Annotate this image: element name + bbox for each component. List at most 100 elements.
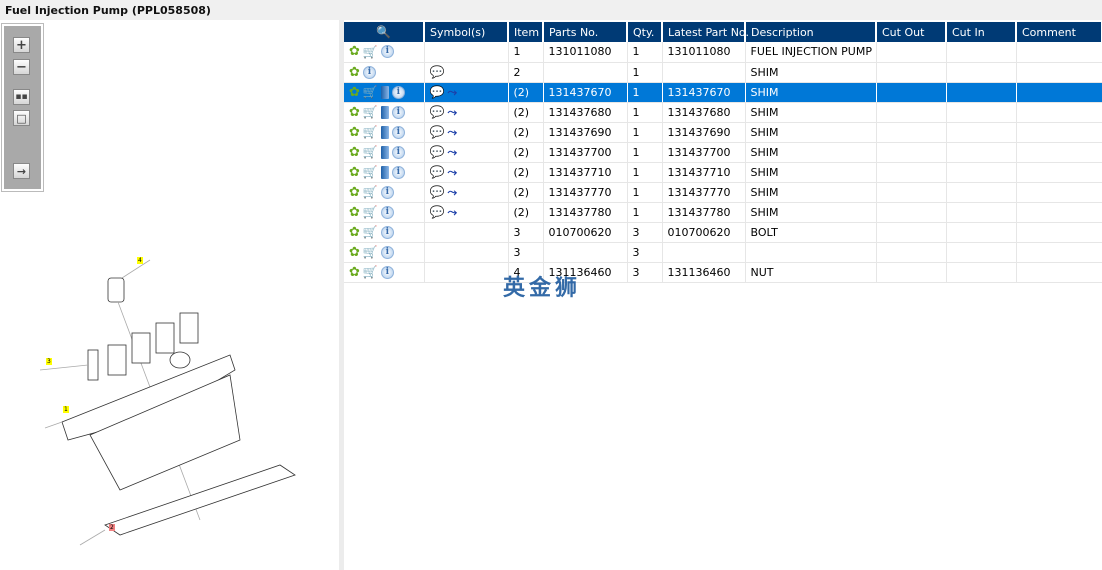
table-row[interactable]: ✿ 🛒 i 💬 ⤳ (2) 131437670 1 131437670 SHIM [344, 82, 1102, 103]
cell-cut-in [946, 162, 1017, 183]
replacement-icon[interactable]: ⤳ [447, 105, 457, 120]
exploded-diagram[interactable] [40, 250, 300, 550]
book-icon[interactable] [380, 85, 389, 99]
note-icon[interactable]: 💬 [430, 85, 445, 99]
search-icon[interactable]: 🔍 [376, 25, 391, 39]
cell-qty: 3 [627, 262, 663, 283]
cart-icon[interactable]: 🛒 [363, 125, 378, 139]
cell-desc: BOLT [745, 222, 877, 243]
cell-desc [745, 242, 877, 263]
gear-icon[interactable]: ✿ [349, 205, 360, 220]
gear-icon[interactable]: ✿ [349, 44, 360, 59]
cart-icon[interactable]: 🛒 [363, 185, 378, 199]
gear-icon[interactable]: ✿ [349, 105, 360, 120]
info-icon[interactable]: i [391, 165, 405, 179]
cart-icon[interactable]: 🛒 [363, 45, 378, 59]
info-icon[interactable]: i [380, 205, 394, 219]
fit-window-button[interactable]: □ [13, 110, 30, 126]
table-row[interactable]: ✿ 🛒 i 3 3 [344, 242, 1102, 263]
fit-all-button[interactable]: ▪▪ [13, 89, 30, 105]
info-icon[interactable]: i [380, 185, 394, 199]
callout-1[interactable]: 1 [63, 406, 69, 413]
info-icon[interactable]: i [380, 245, 394, 259]
cart-icon[interactable]: 🛒 [363, 145, 378, 159]
info-icon[interactable]: i [391, 145, 405, 159]
column-header[interactable]: Latest Part No. [662, 22, 749, 42]
table-row[interactable]: ✿ 🛒 i 💬 ⤳ (2) 131437700 1 131437700 SHIM [344, 142, 1102, 163]
book-icon[interactable] [380, 105, 389, 119]
column-header[interactable]: Symbol(s) [424, 22, 509, 42]
cart-icon[interactable]: 🛒 [363, 225, 378, 239]
note-icon[interactable]: 💬 [430, 105, 445, 119]
row-icons: ✿ 🛒 i [344, 242, 425, 263]
note-icon[interactable]: 💬 [430, 65, 445, 79]
column-header[interactable]: Item [508, 22, 544, 42]
info-icon[interactable]: i [391, 125, 405, 139]
cart-icon[interactable]: 🛒 [363, 205, 378, 219]
table-row[interactable]: ✿ i 💬 2 1 SHIM [344, 62, 1102, 83]
toggle-panel-button[interactable]: → [13, 163, 30, 179]
note-icon[interactable]: 💬 [430, 165, 445, 179]
cell-desc: SHIM [745, 202, 877, 223]
cart-icon[interactable]: 🛒 [363, 165, 378, 179]
table-row[interactable]: ✿ 🛒 i 💬 ⤳ (2) 131437710 1 131437710 SHIM [344, 162, 1102, 183]
replacement-icon[interactable]: ⤳ [447, 145, 457, 160]
column-header[interactable]: Cut In [946, 22, 1017, 42]
cart-icon[interactable]: 🛒 [363, 245, 378, 259]
note-icon[interactable]: 💬 [430, 125, 445, 139]
cell-qty: 1 [627, 162, 663, 183]
cart-icon[interactable]: 🛒 [363, 105, 378, 119]
callout-3[interactable]: 3 [46, 358, 52, 365]
cart-icon[interactable]: 🛒 [363, 265, 378, 279]
note-icon[interactable]: 💬 [430, 145, 445, 159]
gear-icon[interactable]: ✿ [349, 225, 360, 240]
replacement-icon[interactable]: ⤳ [447, 125, 457, 140]
replacement-icon[interactable]: ⤳ [447, 185, 457, 200]
callout-2[interactable]: 2 [109, 524, 115, 531]
info-icon[interactable]: i [380, 225, 394, 239]
info-icon[interactable]: i [391, 105, 405, 119]
table-row[interactable]: ✿ 🛒 i 💬 ⤳ (2) 131437680 1 131437680 SHIM [344, 102, 1102, 123]
cell-part [543, 62, 628, 83]
info-icon[interactable]: i [362, 65, 376, 79]
table-row[interactable]: ✿ 🛒 i 💬 ⤳ (2) 131437770 1 131437770 SHIM [344, 182, 1102, 203]
zoom-out-button[interactable]: − [13, 59, 30, 75]
cart-icon[interactable]: 🛒 [363, 85, 378, 99]
info-icon[interactable]: i [380, 45, 394, 59]
table-row[interactable]: ✿ 🛒 i 💬 ⤳ (2) 131437780 1 131437780 SHIM [344, 202, 1102, 223]
replacement-icon[interactable]: ⤳ [447, 205, 457, 220]
book-icon[interactable] [380, 145, 389, 159]
column-header[interactable]: Qty. [627, 22, 663, 42]
search-column-header[interactable]: 🔍 [344, 22, 425, 42]
column-header[interactable]: Comment [1016, 22, 1102, 42]
table-row[interactable]: ✿ 🛒 i 4 131136460 3 131136460 NUT [344, 262, 1102, 283]
info-icon[interactable]: i [380, 265, 394, 279]
replacement-icon[interactable]: ⤳ [447, 165, 457, 180]
zoom-in-button[interactable]: + [13, 37, 30, 53]
gear-icon[interactable]: ✿ [349, 185, 360, 200]
note-icon[interactable]: 💬 [430, 205, 445, 219]
table-row[interactable]: ✿ 🛒 i 1 131011080 1 131011080 FUEL INJECTION PU… [344, 42, 1102, 63]
replacement-icon[interactable]: ⤳ [447, 85, 457, 100]
note-icon[interactable]: 💬 [430, 185, 445, 199]
gear-icon[interactable]: ✿ [349, 65, 360, 80]
column-header[interactable]: Cut Out [876, 22, 947, 42]
gear-icon[interactable]: ✿ [349, 145, 360, 160]
cell-item: 1 [508, 42, 544, 63]
table-row[interactable]: ✿ 🛒 i 3 010700620 3 010700620 BOLT [344, 222, 1102, 243]
gear-icon[interactable]: ✿ [349, 125, 360, 140]
gear-icon[interactable]: ✿ [349, 85, 360, 100]
gear-icon[interactable]: ✿ [349, 245, 360, 260]
column-header[interactable]: Description [745, 22, 877, 42]
cell-item: (2) [508, 122, 544, 143]
gear-icon[interactable]: ✿ [349, 265, 360, 280]
cell-comment [1016, 242, 1102, 263]
cell-desc: SHIM [745, 102, 877, 123]
info-icon[interactable]: i [391, 85, 405, 99]
gear-icon[interactable]: ✿ [349, 165, 360, 180]
table-row[interactable]: ✿ 🛒 i 💬 ⤳ (2) 131437690 1 131437690 SHIM [344, 122, 1102, 143]
column-header[interactable]: Parts No. [543, 22, 628, 42]
book-icon[interactable] [380, 125, 389, 139]
callout-4[interactable]: 4 [137, 257, 143, 264]
book-icon[interactable] [380, 165, 389, 179]
